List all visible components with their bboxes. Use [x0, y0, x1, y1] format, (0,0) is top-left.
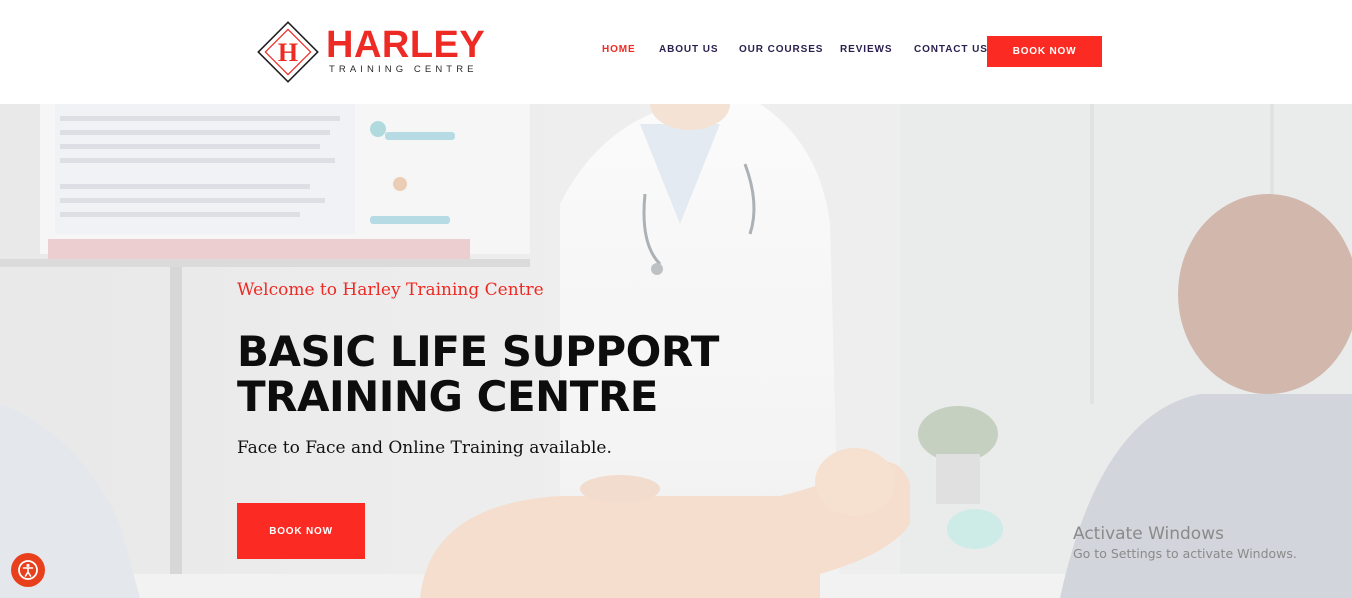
hero-title: BASIC LIFE SUPPORT TRAINING CENTRE: [237, 329, 719, 419]
logo-diamond-icon: H: [257, 21, 319, 83]
nav-our-courses[interactable]: OUR COURSES: [739, 44, 823, 56]
nav-home[interactable]: HOME: [602, 44, 636, 56]
accessibility-button[interactable]: [11, 553, 45, 587]
hero-section: Welcome to Harley Training Centre BASIC …: [0, 104, 1352, 598]
hero-book-now-button[interactable]: BOOK NOW: [237, 503, 365, 559]
nav-reviews[interactable]: REVIEWS: [840, 44, 892, 56]
hero-subtitle: Face to Face and Online Training availab…: [237, 438, 612, 458]
hero-title-line-1: BASIC LIFE SUPPORT: [237, 327, 719, 376]
logo[interactable]: H HARLEY TRAINING CENTRE: [253, 17, 493, 89]
nav-about-us[interactable]: ABOUT US: [659, 44, 718, 56]
activate-windows-title: Activate Windows: [1073, 524, 1224, 544]
header-book-now-button[interactable]: BOOK NOW: [987, 36, 1102, 67]
activate-windows-subtitle: Go to Settings to activate Windows.: [1073, 546, 1297, 561]
brand-name: HARLEY: [326, 24, 486, 66]
accessibility-icon: [18, 560, 38, 580]
brand-tagline: TRAINING CENTRE: [329, 64, 478, 75]
site-header: H HARLEY TRAINING CENTRE HOME ABOUT US O…: [0, 0, 1352, 104]
nav-contact-us[interactable]: CONTACT US: [914, 44, 988, 56]
activate-windows-watermark: Activate Windows Go to Settings to activ…: [1073, 523, 1297, 563]
hero-title-line-2: TRAINING CENTRE: [237, 372, 658, 421]
hero-welcome-text: Welcome to Harley Training Centre: [237, 280, 544, 300]
logo-letter: H: [278, 38, 298, 67]
